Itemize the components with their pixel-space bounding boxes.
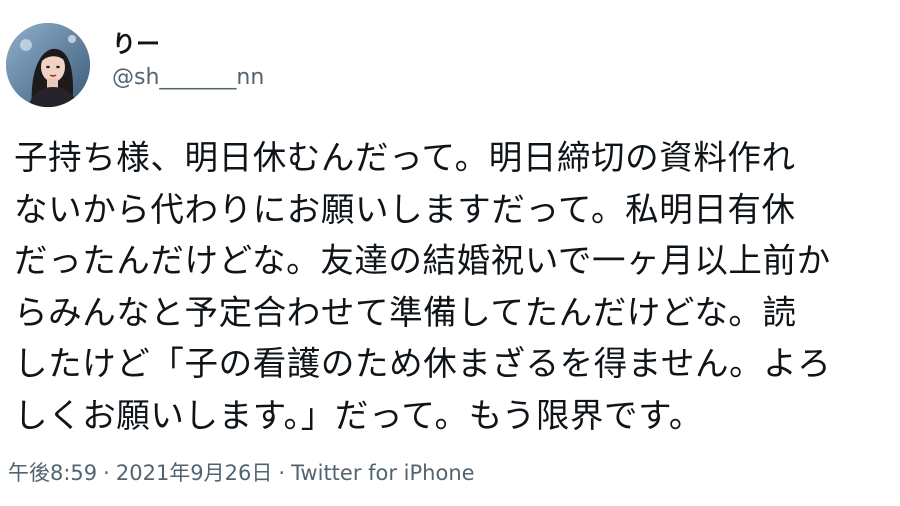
avatar[interactable] — [6, 23, 90, 107]
tweet-text-line: したけど「子の看護のため休まざるを得ません。よろ — [14, 344, 832, 383]
tweet-text-line: だったんだけどな。友達の結婚祝いで一ヶ月以上前か — [14, 241, 831, 280]
separator: · — [103, 461, 110, 485]
tweet-text-line: らみんなと予定合わせて準備してたんだけどな。読 — [14, 292, 797, 332]
separator: · — [278, 461, 286, 485]
tweet-header: りー @sh_______nn — [6, 22, 264, 108]
user-names: りー @sh_______nn — [112, 29, 264, 93]
display-name[interactable]: りー — [112, 29, 264, 59]
tweet-date[interactable]: 2021年9月26日 — [116, 458, 273, 488]
tweet-metadata: 午後8:59 · 2021年9月26日 · Twitter for iPhone — [8, 458, 475, 488]
tweet-card: りー @sh_______nn 子持ち様、明日休むんだって。明日締切の資料作れ … — [0, 0, 900, 506]
tweet-time[interactable]: 午後8:59 — [8, 458, 97, 488]
tweet-text: 子持ち様、明日休むんだって。明日締切の資料作れ ないから代わりにお願いしますだっ… — [14, 132, 900, 441]
tweet-text-line: 子持ち様、明日休むんだって。明日締切の資料作れ — [14, 138, 796, 177]
user-handle[interactable]: @sh_______nn — [112, 63, 264, 93]
tweet-text-line: しくお願いします。」だって。もう限界です。 — [14, 395, 703, 435]
tweet-source-link[interactable]: Twitter for iPhone — [291, 458, 475, 488]
avatar-photo-icon — [6, 23, 90, 107]
tweet-text-line: ないから代わりにお願いしますだって。私明日有休 — [14, 189, 796, 229]
